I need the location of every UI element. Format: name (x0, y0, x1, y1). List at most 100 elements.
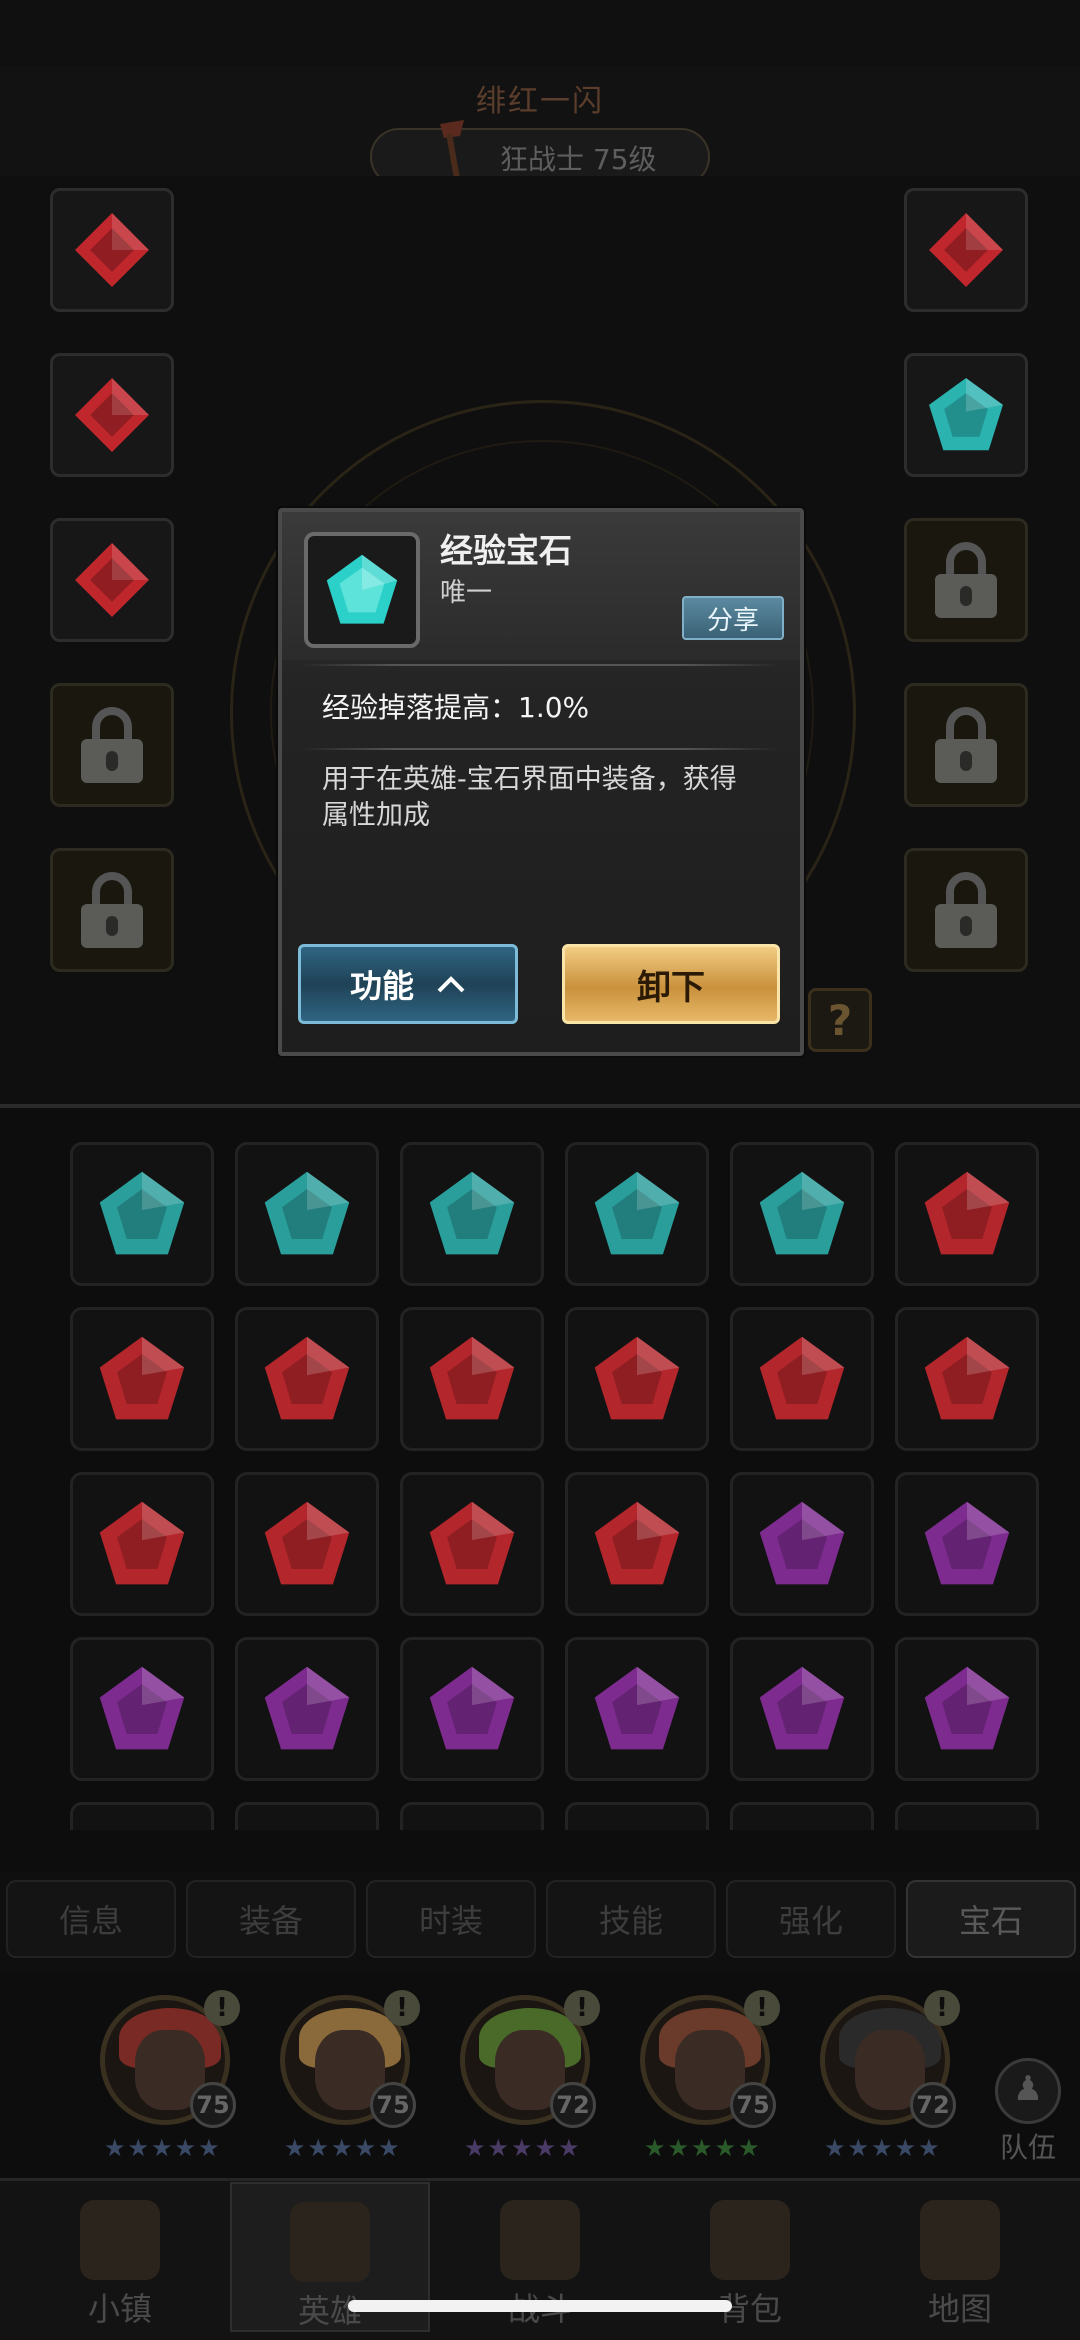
left-gem-slot[interactable] (50, 518, 174, 642)
tab-4[interactable]: 强化 (726, 1880, 896, 1958)
divider (300, 748, 780, 750)
hero-stars: ★★★★★ (284, 2134, 402, 2162)
tab-label: 信息 (58, 1902, 123, 1940)
item-rarity: 唯一 (440, 578, 493, 608)
gem-grid-cell[interactable] (70, 1637, 214, 1781)
pentagon-gem-icon (594, 1336, 680, 1420)
gem-grid-cell[interactable] (565, 1307, 709, 1451)
gem-grid-cell[interactable] (400, 1142, 544, 1286)
nav-label: 小镇 (87, 2290, 152, 2328)
share-button[interactable]: 分享 (682, 596, 784, 640)
pentagon-gem-icon (594, 1501, 680, 1585)
pentagon-gem-icon (924, 1336, 1010, 1420)
nav-town[interactable]: 小镇 (20, 2182, 220, 2332)
right-gem-slot[interactable] (904, 848, 1028, 972)
crossed-swords-icon (500, 2200, 580, 2280)
pentagon-gem-icon (429, 1336, 515, 1420)
alert-badge: ! (384, 1990, 420, 2026)
diamond-gem-icon (75, 378, 149, 452)
gem-grid-cell[interactable] (400, 1637, 544, 1781)
pentagon-gem-icon (594, 1171, 680, 1255)
right-gem-slot[interactable] (904, 683, 1028, 807)
gem-grid-cell[interactable] (235, 1802, 379, 1830)
function-label: 功能 (349, 967, 414, 1005)
nav-map[interactable]: 地图 (860, 2182, 1060, 2332)
gem-grid-cell[interactable] (235, 1637, 379, 1781)
team-button[interactable]: ♟ 队伍 (988, 2058, 1068, 2164)
hero-stars: ★★★★★ (644, 2134, 762, 2162)
tab-label: 时装 (418, 1902, 483, 1940)
pentagon-gem-icon (924, 1171, 1010, 1255)
gem-grid-cell[interactable] (235, 1307, 379, 1451)
pentagon-gem-icon (99, 1666, 185, 1750)
gem-grid-cell[interactable] (565, 1802, 709, 1830)
gem-grid-cell[interactable] (730, 1472, 874, 1616)
gem-grid-cell[interactable] (565, 1637, 709, 1781)
diamond-gem-icon (75, 213, 149, 287)
unequip-button[interactable]: 卸下 (562, 944, 780, 1024)
gem-grid-cell[interactable] (565, 1472, 709, 1616)
tab-1[interactable]: 装备 (186, 1880, 356, 1958)
hero-stars: ★★★★★ (824, 2134, 942, 2162)
function-button[interactable]: 功能 (298, 944, 518, 1024)
left-gem-slot[interactable] (50, 188, 174, 312)
gem-grid-cell[interactable] (400, 1307, 544, 1451)
gem-grid-cell[interactable] (895, 1637, 1039, 1781)
pentagon-gem-icon (264, 1336, 350, 1420)
chess-icon: ♟ (995, 2058, 1061, 2124)
pentagon-gem-icon (924, 1501, 1010, 1585)
gem-grid-cell[interactable] (895, 1307, 1039, 1451)
right-gem-slot[interactable] (904, 518, 1028, 642)
gem-grid-cell[interactable] (895, 1142, 1039, 1286)
right-gem-slot[interactable] (904, 353, 1028, 477)
gem-grid-cell[interactable] (400, 1802, 544, 1830)
diamond-gem-icon (75, 543, 149, 617)
lock-icon (931, 542, 1001, 618)
hero-icon (290, 2202, 370, 2282)
hero-stars: ★★★★★ (104, 2134, 222, 2162)
pentagon-gem-icon (326, 554, 398, 624)
gem-grid-cell[interactable] (70, 1307, 214, 1451)
gem-grid-cell[interactable] (730, 1802, 874, 1830)
divider (300, 664, 780, 666)
help-button[interactable]: ? (808, 988, 872, 1052)
gem-grid-cell[interactable] (730, 1637, 874, 1781)
pentagon-gem-icon (759, 1666, 845, 1750)
gem-grid-cell[interactable] (895, 1472, 1039, 1616)
item-description: 用于在英雄-宝石界面中装备，获得属性加成 (322, 764, 737, 831)
gem-grid-cell[interactable] (730, 1142, 874, 1286)
hero-level-badge: 75 (190, 2082, 236, 2128)
hero-level-badge: 75 (370, 2082, 416, 2128)
gem-grid-cell[interactable] (235, 1472, 379, 1616)
tab-2[interactable]: 时装 (366, 1880, 536, 1958)
tab-3[interactable]: 技能 (546, 1880, 716, 1958)
left-gem-slot[interactable] (50, 848, 174, 972)
gem-grid-cell[interactable] (70, 1472, 214, 1616)
right-gem-slot[interactable] (904, 188, 1028, 312)
pentagon-gem-icon (264, 1666, 350, 1750)
tab-0[interactable]: 信息 (6, 1880, 176, 1958)
pentagon-gem-icon (264, 1171, 350, 1255)
gem-grid-cell[interactable] (565, 1142, 709, 1286)
gem-grid-cell[interactable] (895, 1802, 1039, 1830)
gem-grid-cell[interactable] (730, 1307, 874, 1451)
tab-5[interactable]: 宝石 (906, 1880, 1076, 1958)
hero-stars: ★★★★★ (464, 2134, 582, 2162)
left-gem-slot[interactable] (50, 353, 174, 477)
lock-icon (77, 872, 147, 948)
chevron-up-icon (437, 976, 465, 993)
gem-grid-cell[interactable] (235, 1142, 379, 1286)
pentagon-gem-icon (594, 1666, 680, 1750)
tab-label: 宝石 (958, 1902, 1023, 1940)
item-name: 经验宝石 (440, 531, 572, 570)
pentagon-gem-icon (759, 1336, 845, 1420)
gem-grid-cell[interactable] (70, 1802, 214, 1830)
home-indicator[interactable] (348, 2300, 732, 2312)
gem-grid-cell[interactable] (400, 1472, 544, 1616)
pentagon-gem-icon (759, 1171, 845, 1255)
pentagon-gem-icon (924, 1666, 1010, 1750)
lock-icon (77, 707, 147, 783)
gem-grid-cell[interactable] (70, 1142, 214, 1286)
class-level: 狂战士 75级 (500, 143, 657, 176)
left-gem-slot[interactable] (50, 683, 174, 807)
